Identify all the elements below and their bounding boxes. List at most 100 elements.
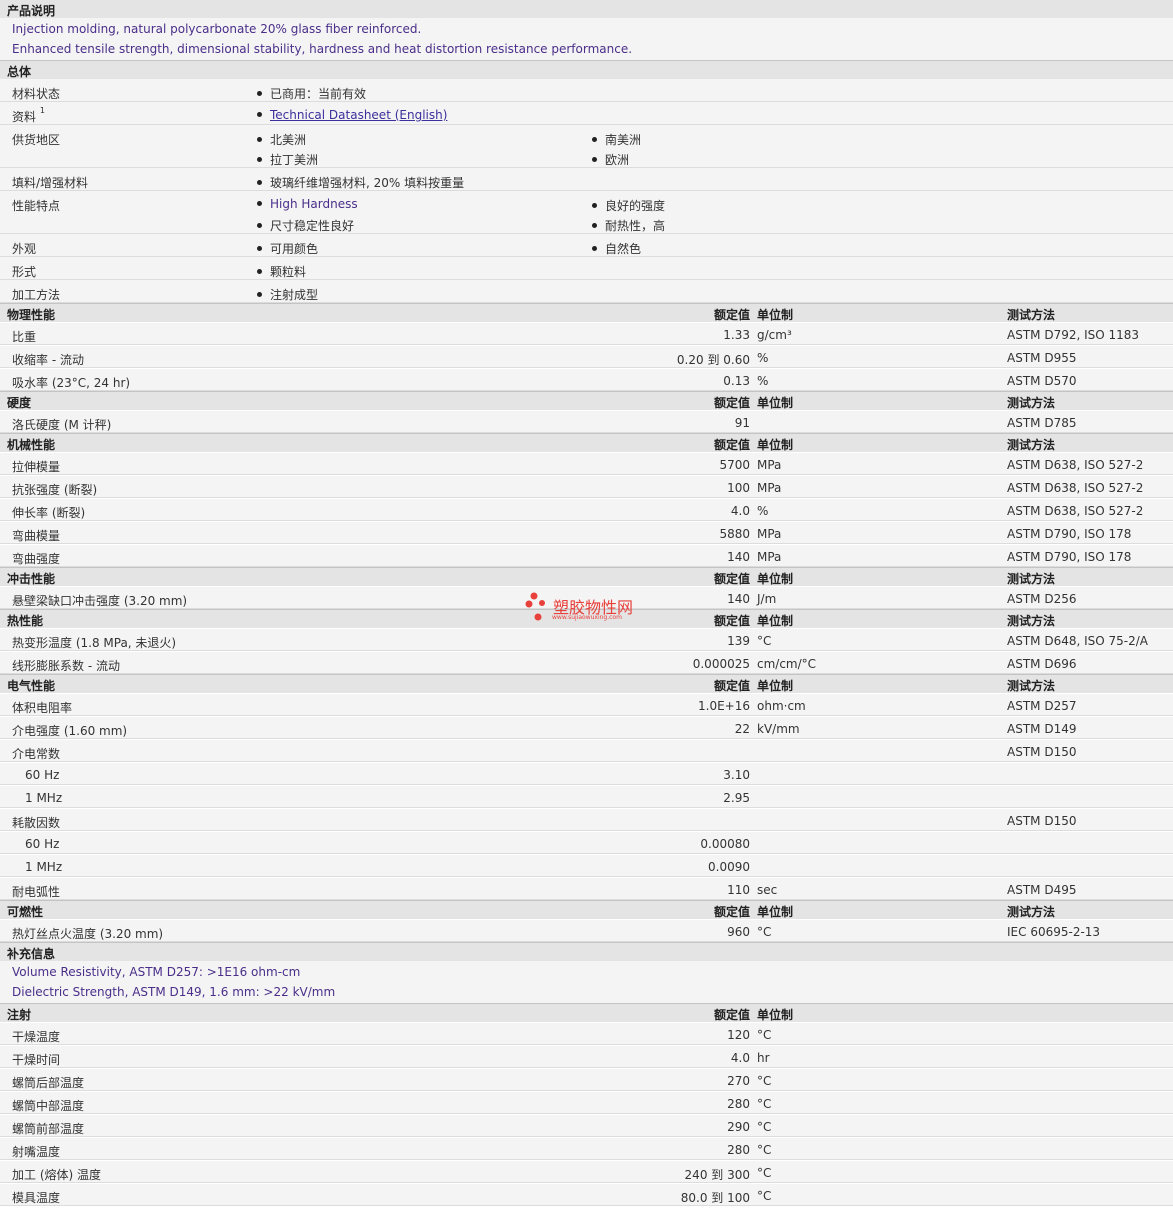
property-unit: J/m [757,592,777,606]
property-unit: g/cm³ [757,328,792,342]
property-test-method: ASTM D150 [1007,745,1077,759]
section-header-injection: 注射 额定值 单位制 [0,1003,1173,1022]
property-unit: °C [757,1120,772,1134]
property-value: 4.0 [730,504,750,518]
datasheet-link[interactable]: Technical Datasheet (English) [257,108,447,122]
property-name: 吸水率 (23°C, 24 hr) [12,376,131,390]
watermark-url: www.sujiaowuxing.com [552,614,622,621]
property-row: 热变形温度 (1.8 MPa, 未退火) 139 °C ASTM D648, ISO … [0,628,1173,651]
section-title: 热性能 [7,614,44,628]
property-value: 80.0 到 100 [680,1191,750,1205]
supplement-line: Dielectric Strength, ASTM D149, 1.6 mm: … [12,985,336,999]
property-row: 介电强度 (1.60 mm) 22 kV/mm ASTM D149 [0,716,1173,739]
bullet-text[interactable]: Technical Datasheet (English) [270,108,447,122]
general-bullet-item: 可用颜色 [257,240,318,257]
property-row: 螺筒中部温度 280 °C [0,1091,1173,1114]
general-bullet-item: 南美洲 [592,131,641,148]
section-title: 总体 [7,65,32,79]
section-header-physical: 物理性能 额定值 单位制 测试方法 [0,303,1173,322]
property-value: 960 [727,925,750,939]
property-name: 干燥时间 [12,1053,61,1067]
column-header-method: 测试方法 [1007,905,1056,919]
general-rows: 材料状态 已商用：当前有效 资料 1 Technical Datasheet (Eng… [0,79,1173,303]
label-text: 形式 [12,265,37,279]
general-row: 材料状态 已商用：当前有效 [0,79,1173,102]
property-value: 91 [734,416,750,430]
section-header-impact: 冲击性能 额定值 单位制 测试方法 [0,567,1173,586]
property-name: 加工 (熔体) 温度 [12,1168,101,1182]
property-value: 110 [727,883,750,897]
property-test-method: IEC 60695-2-13 [1007,925,1101,939]
label-text: 供货地区 [12,133,61,147]
property-row: 抗张强度 (断裂) 100 MPa ASTM D638, ISO 527-2 [0,475,1173,498]
general-bullet-item: 尺寸稳定性良好 [257,217,354,234]
bullet-icon [257,180,262,185]
property-sections: 物理性能 额定值 单位制 测试方法 比重 1.33 g/cm³ ASTM D792, ISO … [0,303,1173,1206]
column-header-value: 额定值 [713,572,750,586]
bullet-icon [257,157,262,162]
property-value: 280 [727,1097,750,1111]
bullet-text: 北美洲 [270,133,307,147]
section-title: 电气性能 [7,679,56,693]
property-name: 耐电弧性 [12,885,61,899]
column-header-unit: 单位制 [757,1008,794,1022]
property-row: 吸水率 (23°C, 24 hr) 0.13% ASTM D570 [0,368,1173,391]
property-row: 弯曲模量 5880 MPa ASTM D790, ISO 178 [0,521,1173,544]
section-title: 机械性能 [7,438,56,452]
property-row: 1 MHz 2.95 [0,785,1173,808]
property-value: 5880 [719,527,750,541]
property-unit: MPa [757,481,782,495]
description-line: Injection molding, natural polycarbonate… [12,22,422,36]
property-value: 1.33 [723,328,750,342]
property-name: 弯曲模量 [12,529,61,543]
property-row: 60 Hz 0.00080 [0,831,1173,854]
property-unit: sec [757,883,778,897]
property-row: 弯曲强度 140 MPa ASTM D790, ISO 178 [0,544,1173,567]
bullet-text: 耐热性，高 [605,219,666,233]
property-value: 100 [727,481,750,495]
bullet-text: 南美洲 [605,133,642,147]
logo-dots-icon [525,592,545,621]
property-name: 射嘴温度 [12,1145,61,1159]
general-row-label: 加工方法 [12,286,60,303]
property-row: 1 MHz 0.0090 [0,854,1173,877]
property-value: 240 到 300 [684,1168,750,1182]
property-value: 0.13 [723,374,750,388]
property-row: 耗散因数 ASTM D150 [0,808,1173,831]
property-row: 螺筒后部温度 270 °C [0,1068,1173,1091]
label-text: 填料/增强材料 [12,176,89,190]
property-name: 干燥温度 [12,1030,61,1044]
bullet-icon [592,157,597,162]
property-test-method: ASTM D257 [1007,699,1077,713]
column-header-unit: 单位制 [757,308,794,322]
bullet-icon [257,112,262,117]
property-name: 洛氏硬度 (M 计秤) [12,418,112,432]
property-row: 比重 1.33 g/cm³ ASTM D792, ISO 1183 [0,322,1173,345]
property-unit: kV/mm [757,722,800,736]
property-unit: °C [757,634,772,648]
section-header-general: 总体 [0,60,1173,79]
property-row: 介电常数 ASTM D150 [0,739,1173,762]
general-bullet-item: 颗粒料 [257,263,306,280]
column-header-unit: 单位制 [757,438,794,452]
bullet-text: 已商用：当前有效 [270,87,367,101]
property-unit: °C [757,1028,772,1042]
property-value: 290 [727,1120,750,1134]
bullet-icon [592,137,597,142]
property-test-method: ASTM D638, ISO 527-2 [1007,481,1144,495]
section-title: 物理性能 [7,308,56,322]
bullet-text: 拉丁美洲 [270,153,319,167]
bullet-text: 颗粒料 [270,265,307,279]
general-row: 供货地区 北美洲 拉丁美洲 南美洲 欧洲 [0,125,1173,168]
bullet-icon [257,292,262,297]
section-title: 冲击性能 [7,572,56,586]
property-row: 加工 (熔体) 温度 240 到 300 °C [0,1160,1173,1183]
general-row-label: 供货地区 [12,131,60,148]
general-row: 形式 颗粒料 [0,257,1173,280]
property-row: 射嘴温度 280 °C [0,1137,1173,1160]
bullet-icon [592,246,597,251]
property-name: 耗散因数 [12,816,61,830]
label-text: 性能特点 [12,199,61,213]
property-unit: °C [757,1097,772,1111]
property-value: 120 [727,1028,750,1042]
